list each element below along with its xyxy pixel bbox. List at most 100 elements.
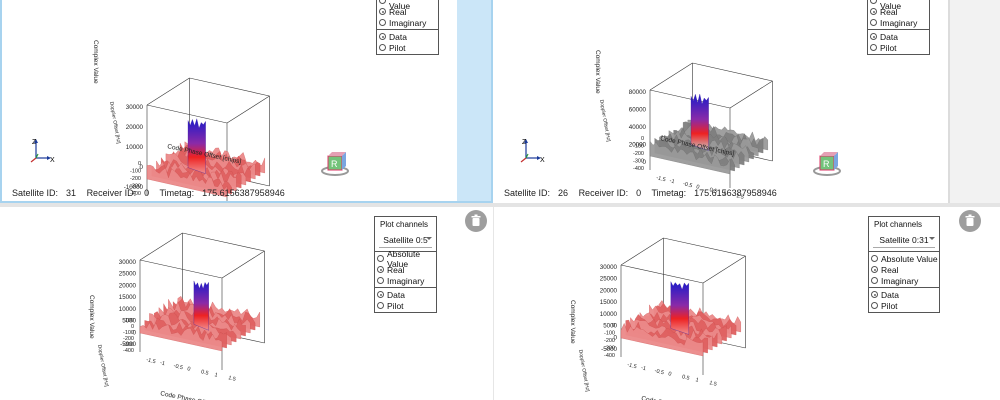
y-tick-label: 0 — [641, 136, 644, 142]
box-edge — [146, 77, 190, 106]
box-edge — [649, 62, 693, 91]
panel-scroll-area — [457, 0, 491, 201]
axis-x-letter: X — [540, 157, 545, 164]
radio-real-circle[interactable] — [870, 8, 877, 15]
radio-data[interactable]: Data — [379, 31, 438, 42]
box-edge — [146, 104, 228, 124]
timetag-value: 175.6156387958946 — [202, 188, 285, 198]
y-axis-label: Doppler Offset [Hz] — [108, 101, 121, 144]
radio-data-circle[interactable] — [377, 291, 384, 298]
plot-panel-bottom-left[interactable]: 30000 25000 20000 15000 10000 5000 0 -5000 100 0-… — [0, 207, 493, 400]
radio-absolute-value-circle[interactable] — [870, 0, 877, 4]
box-edge — [189, 77, 270, 97]
radio-absolute-value-circle[interactable] — [871, 255, 878, 262]
receiver-id-label: Receiver ID: — [86, 188, 137, 198]
radio-data[interactable]: Data — [377, 289, 436, 300]
x-tick-label: 1 — [695, 377, 700, 384]
y-tick-label: -200 — [604, 338, 615, 344]
box-edge — [139, 232, 183, 261]
satellite-select[interactable]: Satellite 0:5 — [379, 233, 432, 248]
z-tick-label: 30000 — [119, 259, 137, 266]
radio-imaginary[interactable]: Imaginary — [379, 17, 438, 28]
timetag-label: Timetag: — [651, 188, 687, 198]
x-tick-label: 1 — [214, 372, 219, 379]
radio-absolute-value-circle[interactable] — [377, 255, 384, 262]
z-axis-label: Complex Value — [92, 40, 99, 84]
box-edge — [649, 89, 731, 109]
view-cube-label: R — [331, 159, 338, 169]
radio-imaginary-circle[interactable] — [871, 277, 878, 284]
radio-data[interactable]: Data — [871, 289, 939, 300]
radio-real-circle[interactable] — [377, 266, 384, 273]
y-tick-label: -400 — [604, 353, 615, 359]
radio-pilot[interactable]: Pilot — [377, 300, 436, 311]
view-cube-icon[interactable]: R — [320, 150, 350, 183]
radio-imaginary[interactable]: Imaginary — [377, 275, 436, 286]
z-tick-label: 5000 — [603, 323, 617, 330]
radio-pilot[interactable]: Pilot — [871, 300, 939, 311]
y-tick-label: -100 — [604, 331, 615, 337]
radio-data-circle[interactable] — [870, 33, 877, 40]
radio-real-circle[interactable] — [379, 8, 386, 15]
box-edge — [620, 237, 664, 266]
radio-pilot-circle[interactable] — [871, 302, 878, 309]
y-tick-label: -100 — [633, 144, 644, 150]
x-tick-label: -1.5 — [626, 362, 637, 370]
plot-channels-header: Plot channels — [380, 220, 429, 229]
delete-plot-button[interactable] — [959, 210, 981, 232]
x-tick-label: -1 — [640, 365, 646, 372]
satellite-id-value: 31 — [66, 188, 77, 198]
radio-data-circle[interactable] — [379, 33, 386, 40]
z-tick-label: 25000 — [600, 276, 618, 283]
timetag-value: 175.6156387958946 — [694, 188, 777, 198]
satellite-select[interactable]: Satellite 0:31 — [873, 233, 935, 248]
z-tick-label: 20000 — [600, 287, 618, 294]
axis-x-letter: X — [50, 157, 55, 164]
satellite-id-label: Satellite ID: — [504, 188, 551, 198]
z-axis-label: Complex Value — [569, 300, 576, 344]
trash-icon — [965, 214, 975, 226]
receiver-id-value: 0 — [636, 188, 642, 198]
view-cube-icon[interactable]: R — [812, 150, 842, 183]
plot-channels-panel: Plot channels Satellite 0:5 Absolute Val… — [374, 216, 437, 313]
plot-panel-top-left[interactable]: 3000020000100000-100000-100-200-300-400-… — [0, 0, 493, 203]
radio-imaginary[interactable]: Imaginary — [871, 275, 939, 286]
radio-imaginary-circle[interactable] — [377, 277, 384, 284]
y-tick-label: -300 — [633, 159, 644, 165]
axes-triad-icon: ZX — [516, 136, 546, 169]
radio-absolute-value[interactable]: Absolute Value — [377, 249, 436, 269]
timetag-label: Timetag: — [159, 188, 195, 198]
z-tick-label: 10000 — [600, 311, 618, 318]
radio-pilot[interactable]: Pilot — [379, 42, 438, 53]
box-edge — [729, 80, 773, 109]
y-tick-label: 0 — [138, 161, 141, 167]
plot-channels-panel: Absolute Value Real Imaginary Data Pilot — [867, 0, 930, 55]
radio-data-circle[interactable] — [871, 291, 878, 298]
radio-absolute-value-circle[interactable] — [379, 0, 386, 4]
radio-pilot[interactable]: Pilot — [870, 42, 929, 53]
delete-plot-button[interactable] — [465, 210, 487, 232]
radio-data[interactable]: Data — [870, 31, 929, 42]
y-tick-label: -200 — [633, 151, 644, 157]
radio-pilot-circle[interactable] — [377, 302, 384, 309]
satellite-id-label: Satellite ID: — [12, 188, 59, 198]
radio-real-circle[interactable] — [871, 266, 878, 273]
radio-imaginary-circle[interactable] — [870, 19, 877, 26]
z-tick-label: 15000 — [119, 294, 137, 301]
z-tick-label: 80000 — [629, 89, 647, 96]
radio-pilot-circle[interactable] — [379, 44, 386, 51]
radio-pilot-circle[interactable] — [870, 44, 877, 51]
y-tick-label: -200 — [130, 176, 141, 182]
x-tick-label: -1 — [669, 178, 675, 185]
radio-real[interactable]: Real — [871, 264, 939, 275]
axes-triad-icon: Z — [522, 393, 536, 400]
correlation-peak — [193, 280, 209, 331]
plot-channels-panel: Absolute Value Real Imaginary Data Pilot — [376, 0, 439, 55]
plot-panel-bottom-right[interactable]: 30000 25000 20000 15000 10000 5000 0 -5000 0 -100… — [493, 207, 1000, 400]
radio-imaginary[interactable]: Imaginary — [870, 17, 929, 28]
radio-absolute-value[interactable]: Absolute Value — [871, 253, 939, 264]
box-edge — [182, 232, 265, 252]
plot-panel-top-right[interactable]: 80000 60000 40000 20000 0 0 -100 -200 -300 -400 -1… — [494, 0, 950, 203]
radio-imaginary-circle[interactable] — [379, 19, 386, 26]
box-edge — [692, 62, 773, 82]
